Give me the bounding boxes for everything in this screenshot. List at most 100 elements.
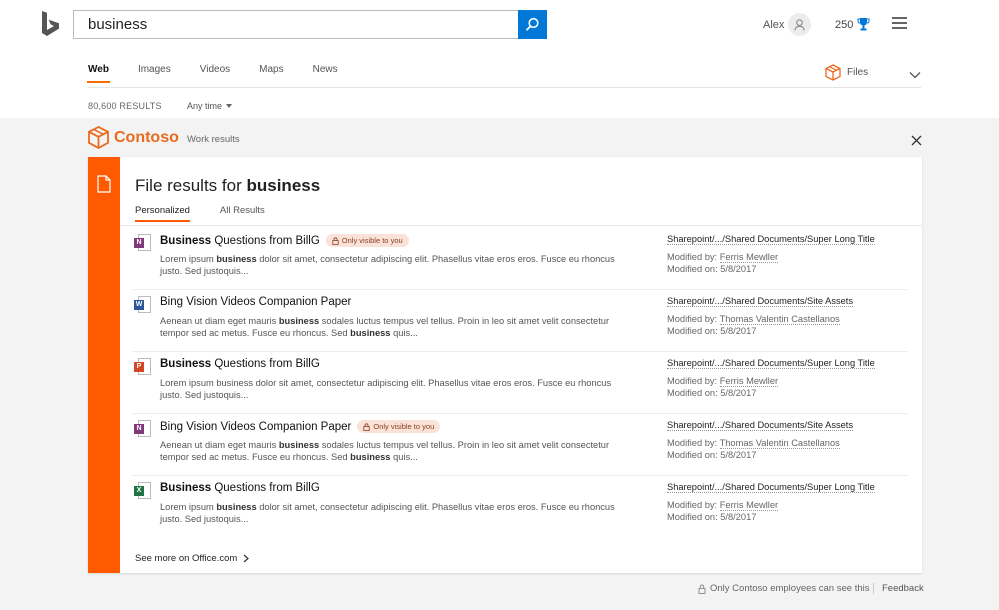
result-modified-by: Modified by: Thomas Valentin Castellanos — [667, 438, 840, 449]
result-item[interactable]: N Business Questions from BillG Only visib… — [132, 228, 908, 290]
result-modified-by: Modified by: Thomas Valentin Castellanos — [667, 314, 840, 325]
result-title[interactable]: Business Questions from BillG — [160, 358, 320, 370]
tab-all-results[interactable]: All Results — [220, 205, 265, 216]
private-badge-label: Only visible to you — [373, 422, 435, 431]
modified-by-user[interactable]: Ferris Mewller — [719, 252, 779, 263]
result-title-match: Business — [160, 234, 212, 247]
tabs-divider — [88, 87, 921, 88]
result-path[interactable]: Sharepoint/.../Shared Documents/Site Ass… — [667, 420, 854, 431]
card-title-query: business — [246, 176, 321, 195]
work-results-label: Work results — [187, 134, 240, 145]
modified-by-label: Modified by: — [667, 500, 718, 510]
onenote-file-icon: N — [134, 234, 152, 251]
result-title[interactable]: Bing Vision Videos Companion Paper Only v… — [160, 420, 441, 433]
see-more-link[interactable]: See more on Office.com — [135, 553, 250, 564]
result-title-text: Bing Vision Videos Companion Paper — [160, 420, 352, 433]
result-title-text: Questions from BillG — [211, 482, 320, 494]
result-title[interactable]: Business Questions from BillG — [160, 482, 320, 494]
private-badge-label: Only visible to you — [341, 236, 403, 245]
chevron-right-icon — [243, 554, 250, 563]
result-snippet: Lorem ipsum business dolor sit amet, con… — [160, 502, 615, 524]
result-item[interactable]: X Business Questions from BillG Lorem ipsu… — [132, 476, 908, 538]
caret-down-icon — [226, 104, 233, 108]
cube-icon — [88, 126, 109, 149]
tab-maps[interactable]: Maps — [259, 64, 283, 75]
result-path[interactable]: Sharepoint/.../Shared Documents/Super Lo… — [667, 358, 875, 369]
footer-separator — [873, 583, 874, 594]
result-snippet: Lorem ipsum business dolor sit amet, con… — [160, 254, 615, 276]
tab-images[interactable]: Images — [138, 64, 171, 75]
card-title: File results for business — [135, 176, 320, 196]
result-path[interactable]: Sharepoint/.../Shared Documents/Super Lo… — [667, 234, 875, 245]
chevron-down-icon[interactable] — [909, 66, 921, 84]
result-item[interactable]: P Business Questions from BillG Lorem ipsu… — [132, 352, 908, 414]
results-list: N Business Questions from BillG Only visib… — [132, 228, 908, 538]
result-item[interactable]: N Bing Vision Videos Companion Paper Only … — [132, 414, 908, 476]
result-modified-by: Modified by: Ferris Mewller — [667, 500, 779, 511]
modified-by-label: Modified by: — [667, 438, 718, 448]
time-filter-dropdown[interactable]: Any time — [187, 101, 233, 111]
tab-news[interactable]: News — [313, 64, 338, 75]
file-results-card: File results for business Personalized A… — [88, 157, 922, 573]
result-path[interactable]: Sharepoint/.../Shared Documents/Super Lo… — [667, 482, 875, 493]
result-modified-on: Modified on: 5/8/2017 — [667, 388, 757, 398]
vertical-tabs: Web Images Videos Maps News — [87, 64, 367, 83]
result-item[interactable]: W Bing Vision Videos Companion Paper Aenea… — [132, 290, 908, 352]
modified-by-user[interactable]: Ferris Mewller — [719, 376, 779, 387]
result-modified-on: Modified on: 5/8/2017 — [667, 450, 757, 460]
card-title-prefix: File results for — [135, 176, 242, 195]
modified-by-user[interactable]: Thomas Valentin Castellanos — [719, 314, 840, 325]
lock-icon — [363, 422, 370, 431]
visibility-note-text: Only Contoso employees can see this — [710, 583, 870, 594]
modified-by-label: Modified by: — [667, 252, 718, 262]
search-box[interactable] — [73, 10, 518, 39]
tab-videos[interactable]: Videos — [200, 64, 230, 75]
onenote-file-icon: N — [134, 420, 152, 437]
modified-by-user[interactable]: Ferris Mewller — [719, 500, 779, 511]
user-icon — [794, 18, 805, 31]
result-title[interactable]: Bing Vision Videos Companion Paper — [160, 296, 351, 308]
private-badge: Only visible to you — [325, 234, 409, 247]
result-title[interactable]: Business Questions from BillG Only visibl… — [160, 234, 409, 247]
tab-personalized[interactable]: Personalized — [135, 205, 190, 222]
cube-icon — [825, 64, 841, 81]
result-title-text: Bing Vision Videos Companion Paper — [160, 296, 352, 308]
bing-logo-icon[interactable] — [40, 10, 62, 38]
feedback-link[interactable]: Feedback — [882, 583, 924, 594]
result-snippet: Aenean ut diam eget mauris business soda… — [160, 440, 610, 462]
result-modified-by: Modified by: Ferris Mewller — [667, 252, 779, 263]
modified-by-label: Modified by: — [667, 314, 718, 324]
search-icon — [525, 17, 539, 31]
trophy-icon[interactable] — [857, 17, 870, 36]
result-modified-on: Modified on: 5/8/2017 — [667, 512, 757, 522]
tab-web[interactable]: Web — [87, 64, 110, 83]
results-count: 80,600 RESULTS — [88, 101, 162, 111]
avatar[interactable] — [788, 13, 811, 36]
modified-by-user[interactable]: Thomas Valentin Castellanos — [719, 438, 840, 449]
search-button[interactable] — [518, 10, 547, 39]
files-tab-label: Files — [847, 67, 869, 78]
result-title-text: Questions from BillG — [211, 358, 320, 370]
result-modified-on: Modified on: 5/8/2017 — [667, 326, 757, 336]
result-snippet: Aenean ut diam eget mauris business soda… — [160, 316, 610, 338]
private-badge: Only visible to you — [357, 420, 441, 433]
user-name[interactable]: Alex — [763, 19, 784, 31]
rewards-points[interactable]: 250 — [835, 19, 853, 31]
result-title-match: Business — [160, 358, 212, 370]
result-modified-on: Modified on: 5/8/2017 — [667, 264, 757, 274]
lock-icon — [332, 236, 339, 245]
result-path[interactable]: Sharepoint/.../Shared Documents/Site Ass… — [667, 296, 854, 307]
modified-by-label: Modified by: — [667, 376, 718, 386]
card-accent-bar — [88, 157, 120, 573]
tab-files[interactable]: Files — [825, 64, 868, 81]
time-filter-label: Any time — [187, 101, 223, 111]
result-subtabs: Personalized All Results — [135, 205, 295, 222]
lock-icon — [698, 584, 706, 594]
result-modified-by: Modified by: Ferris Mewller — [667, 376, 779, 387]
hamburger-icon[interactable] — [892, 17, 907, 29]
see-more-label: See more on Office.com — [135, 553, 238, 564]
word-file-icon: W — [134, 296, 152, 313]
close-icon[interactable] — [911, 133, 922, 146]
visibility-note: Only Contoso employees can see this — [698, 583, 869, 594]
search-input[interactable] — [74, 11, 518, 38]
